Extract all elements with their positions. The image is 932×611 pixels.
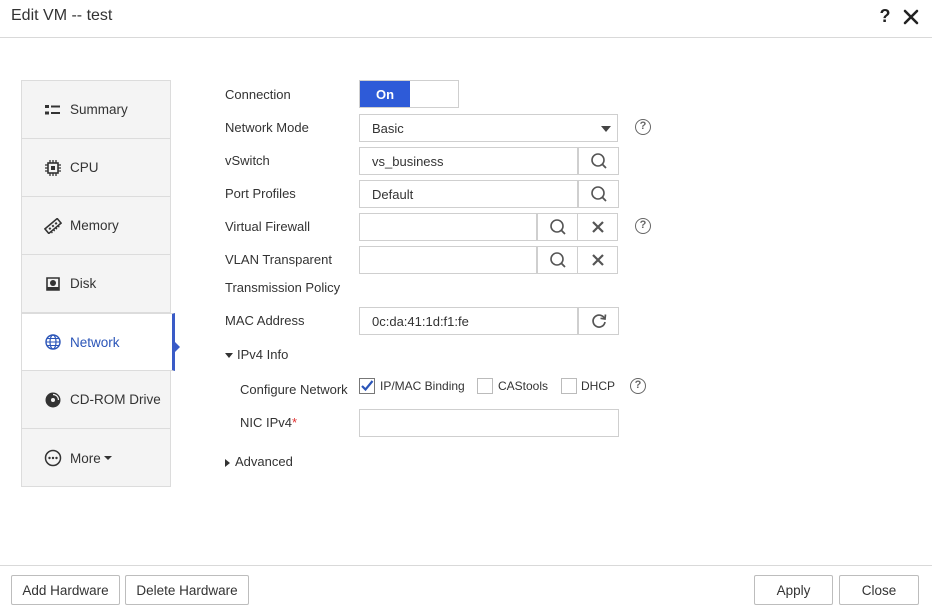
port-profiles-input[interactable]: Default <box>359 180 619 208</box>
ip-mac-binding-label: IP/MAC Binding <box>380 379 465 393</box>
help-icon[interactable]: ? <box>635 119 651 135</box>
mac-refresh-button[interactable] <box>578 307 619 335</box>
disk-icon <box>43 274 63 294</box>
network-mode-label: Network Mode <box>225 120 309 135</box>
search-icon <box>590 153 607 169</box>
search-icon <box>549 252 566 268</box>
help-icon[interactable]: ? <box>877 5 893 27</box>
sidebar-item-label: Network <box>70 334 120 350</box>
nic-ipv4-label: NIC IPv4* <box>240 415 297 430</box>
dialog-titlebar: Edit VM -- test ? <box>0 0 932 38</box>
search-icon <box>549 219 566 235</box>
vswitch-input[interactable]: vs_business <box>359 147 619 175</box>
sidebar-item-label: More <box>70 450 101 466</box>
vswitch-label: vSwitch <box>225 153 270 168</box>
add-hardware-button[interactable]: Add Hardware <box>11 575 120 605</box>
sidebar-item-label: CPU <box>70 160 99 175</box>
advanced-toggle[interactable]: Advanced <box>225 454 293 469</box>
configure-network-label: Configure Network <box>240 382 348 397</box>
summary-icon <box>43 100 63 120</box>
sidebar-item-label: Disk <box>70 276 97 291</box>
chevron-down-icon <box>601 126 611 132</box>
clear-icon <box>591 221 604 233</box>
network-mode-value: Basic <box>372 121 404 136</box>
cdrom-icon <box>43 390 63 410</box>
connection-toggle[interactable]: On <box>359 80 459 108</box>
chevron-down-icon <box>103 456 112 460</box>
vswitch-value: vs_business <box>372 154 444 169</box>
sidebar-item-cpu[interactable]: CPU <box>22 139 171 197</box>
clear-icon <box>591 254 604 266</box>
connection-label: Connection <box>225 87 291 102</box>
dialog-title: Edit VM -- test <box>11 7 113 24</box>
sidebar-item-network[interactable]: Network <box>21 313 175 371</box>
active-indicator-arrow <box>174 341 180 353</box>
vlan-search-button[interactable] <box>537 246 578 274</box>
mac-address-input[interactable]: 0c:da:41:1d:f1:fe <box>359 307 619 335</box>
close-icon[interactable] <box>902 8 920 26</box>
dhcp-label: DHCP <box>581 379 616 393</box>
toggle-on-state: On <box>360 81 410 107</box>
dialog-footer: Add Hardware Delete Hardware Apply Close <box>0 565 932 611</box>
help-icon[interactable]: ? <box>630 378 646 394</box>
vswitch-search-button[interactable] <box>578 147 619 175</box>
sidebar-item-label: Memory <box>70 218 119 233</box>
virtual-firewall-input[interactable] <box>359 213 618 241</box>
delete-hardware-button[interactable]: Delete Hardware <box>125 575 249 605</box>
port-profiles-value: Default <box>372 187 414 202</box>
sidebar-item-more[interactable]: More <box>22 429 171 487</box>
virtual-firewall-label: Virtual Firewall <box>225 219 311 234</box>
sidebar-item-label: Summary <box>70 102 128 117</box>
search-icon <box>590 186 607 202</box>
ipv4-info-toggle[interactable]: IPv4 Info <box>225 347 288 362</box>
dhcp-checkbox[interactable] <box>561 378 577 394</box>
virtual-firewall-search-button[interactable] <box>537 213 578 241</box>
close-button[interactable]: Close <box>839 575 919 605</box>
expanded-caret-icon <box>225 353 233 359</box>
sidebar-item-summary[interactable]: Summary <box>22 81 171 139</box>
collapsed-caret-icon <box>225 458 230 467</box>
mac-address-value: 0c:da:41:1d:f1:fe <box>372 314 469 329</box>
vlan-policy-input[interactable] <box>359 246 618 274</box>
sidebar-item-memory[interactable]: Memory <box>22 197 171 255</box>
castools-checkbox[interactable] <box>477 378 493 394</box>
sidebar-item-cdrom[interactable]: CD-ROM Drive <box>22 371 171 429</box>
vlan-label-line1: VLAN Transparent <box>225 252 332 267</box>
ipv4-info-label: IPv4 Info <box>237 347 289 362</box>
apply-button[interactable]: Apply <box>754 575 833 605</box>
help-icon[interactable]: ? <box>635 218 651 234</box>
ip-mac-binding-checkbox[interactable] <box>359 378 375 394</box>
refresh-icon <box>591 314 606 328</box>
mac-address-label: MAC Address <box>225 313 305 328</box>
virtual-firewall-clear-button[interactable] <box>577 213 618 241</box>
sidebar-item-disk[interactable]: Disk <box>22 255 171 313</box>
vlan-label-line2: Transmission Policy <box>225 280 341 295</box>
advanced-label: Advanced <box>235 454 293 469</box>
memory-icon <box>43 216 63 236</box>
check-icon <box>361 380 374 392</box>
network-mode-select[interactable]: Basic <box>359 114 618 142</box>
port-profiles-label: Port Profiles <box>225 186 296 201</box>
more-icon <box>43 448 63 468</box>
port-profiles-search-button[interactable] <box>578 180 619 208</box>
required-mark: * <box>292 415 298 430</box>
sidebar-item-label: CD-ROM Drive <box>70 392 161 407</box>
globe-icon <box>43 332 63 352</box>
castools-label: CAStools <box>498 379 549 393</box>
hardware-sidebar: Summary CPU Memory Disk Network CD-ROM D… <box>21 80 175 487</box>
nic-ipv4-input[interactable] <box>359 409 619 437</box>
nic-ipv4-label-text: NIC IPv4 <box>240 415 293 430</box>
cpu-icon <box>43 158 63 178</box>
vlan-clear-button[interactable] <box>577 246 618 274</box>
